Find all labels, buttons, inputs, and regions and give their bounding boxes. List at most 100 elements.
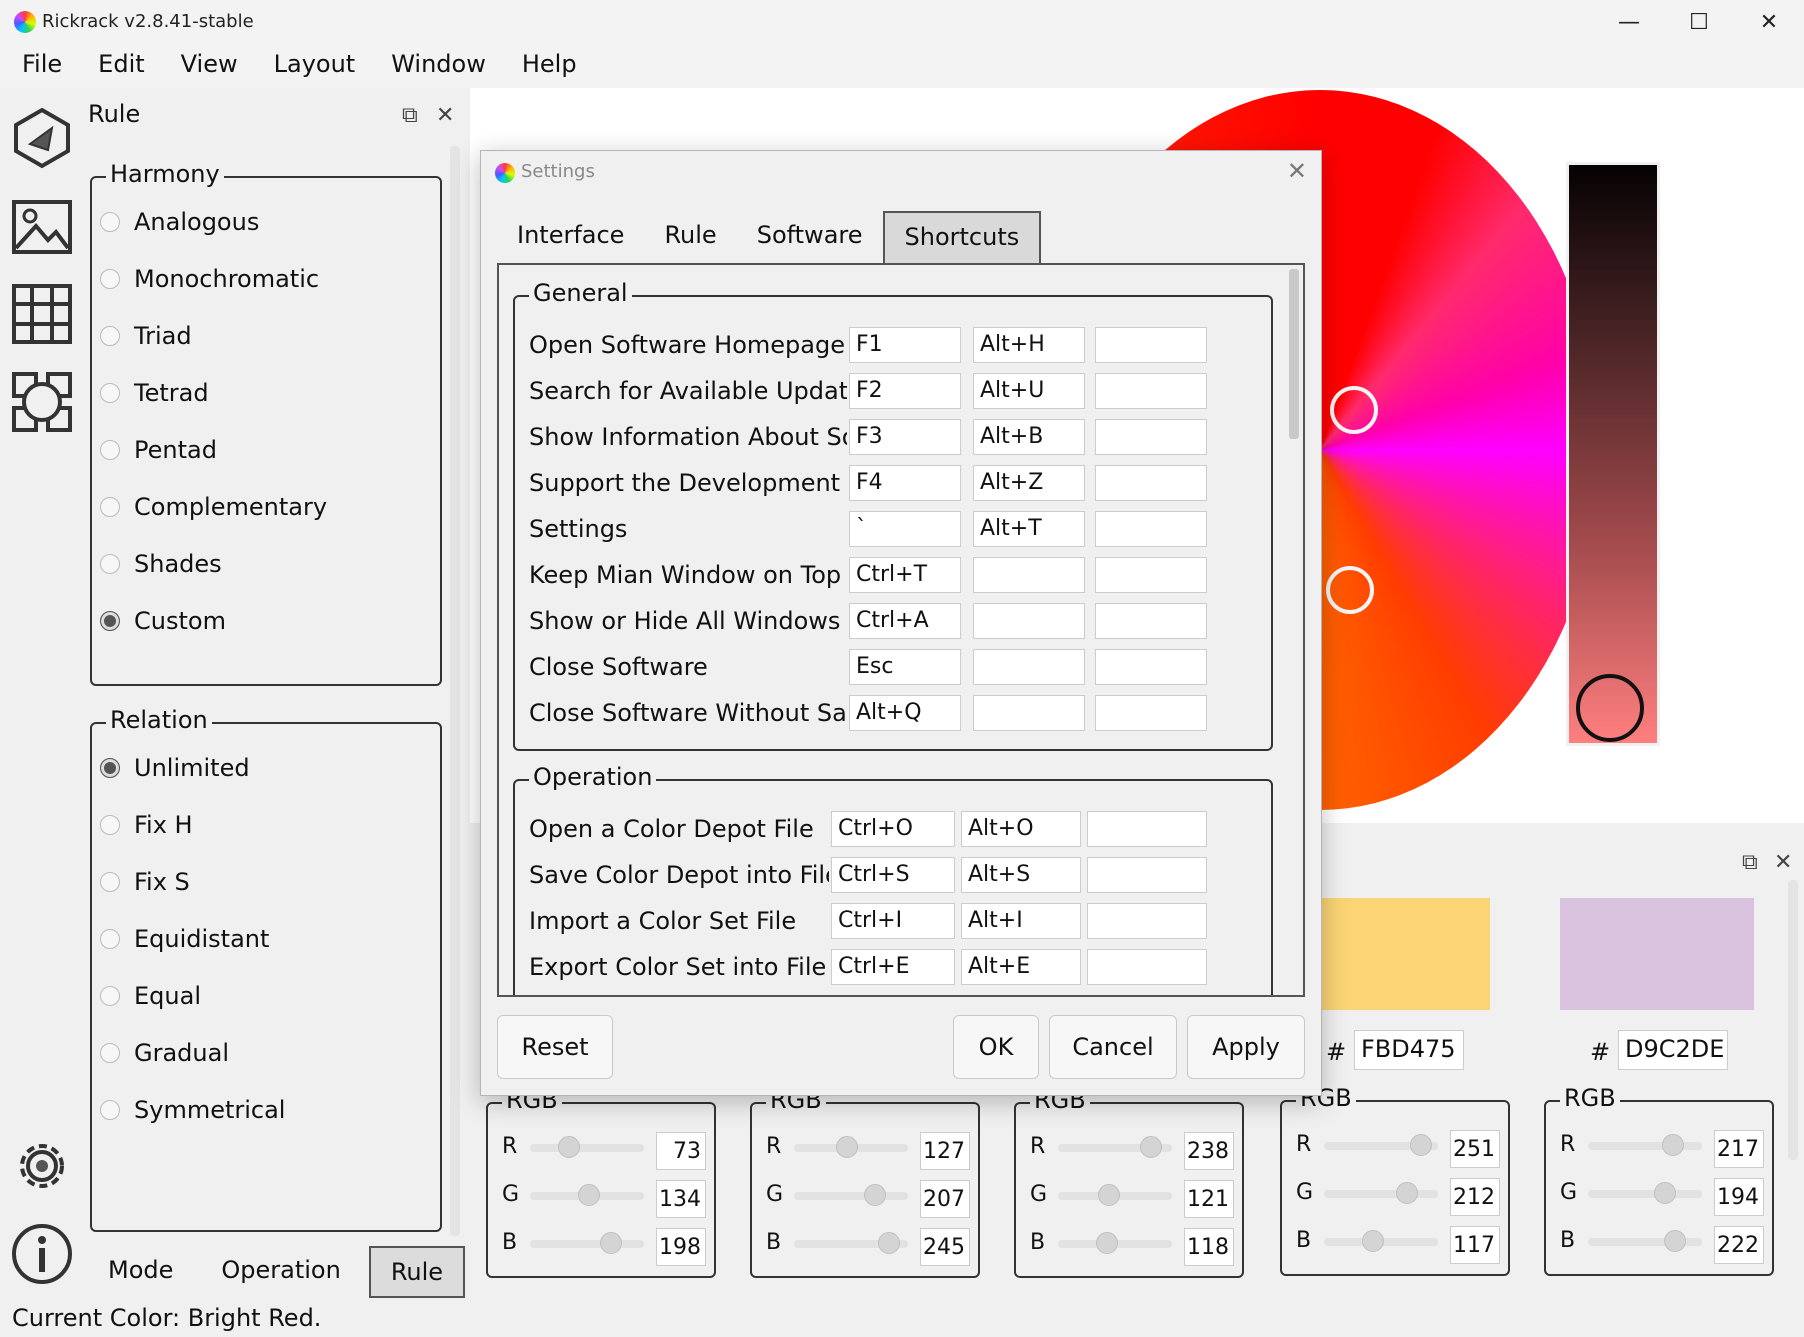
shortcut-key-2[interactable]: Alt+I (961, 903, 1081, 939)
radio-indicator[interactable] (100, 326, 120, 346)
shortcut-key-2[interactable]: Alt+U (973, 373, 1085, 409)
slider-thumb[interactable] (558, 1136, 580, 1158)
slider-b[interactable] (530, 1232, 644, 1254)
wheel-icon[interactable] (10, 106, 74, 170)
shortcut-key-2[interactable]: Alt+B (973, 419, 1085, 455)
radio-indicator-selected[interactable] (100, 758, 120, 778)
menu-edit[interactable]: Edit (80, 44, 162, 88)
shortcut-key-2[interactable] (973, 603, 1085, 639)
shortcut-key-2[interactable] (973, 695, 1085, 731)
harmony-option-pentad[interactable]: Pentad (100, 436, 217, 464)
relation-option-equidistant[interactable]: Equidistant (100, 925, 269, 953)
color-set-scrollbar[interactable] (1788, 880, 1798, 1160)
radio-indicator[interactable] (100, 269, 120, 289)
tab-rule[interactable]: Rule (644, 211, 736, 263)
cancel-button[interactable]: Cancel (1049, 1015, 1177, 1079)
r-value[interactable]: 127 (920, 1132, 970, 1170)
radio-indicator[interactable] (100, 212, 120, 232)
shortcut-key-1[interactable]: F1 (849, 327, 961, 363)
ok-button[interactable]: OK (953, 1015, 1039, 1079)
mix-icon[interactable] (10, 370, 74, 434)
radio-indicator[interactable] (100, 872, 120, 892)
harmony-option-shades[interactable]: Shades (100, 550, 222, 578)
settings-icon[interactable] (10, 1134, 74, 1198)
shortcut-key-1[interactable]: Alt+Q (849, 695, 961, 731)
relation-option-fix-h[interactable]: Fix H (100, 811, 193, 839)
value-gradient-bar[interactable] (1566, 162, 1660, 746)
tab-operation[interactable]: Operation (201, 1246, 360, 1298)
relation-option-fix-s[interactable]: Fix S (100, 868, 190, 896)
g-value[interactable]: 134 (656, 1180, 706, 1218)
b-value[interactable]: 245 (920, 1228, 970, 1266)
harmony-option-custom[interactable]: Custom (100, 607, 226, 635)
shortcut-key-1[interactable]: Ctrl+A (849, 603, 961, 639)
harmony-option-triad[interactable]: Triad (100, 322, 192, 350)
tab-interface[interactable]: Interface (497, 211, 644, 263)
hex-input[interactable]: D9C2DE (1618, 1030, 1728, 1070)
shortcut-key-1[interactable]: Esc (849, 649, 961, 685)
r-value[interactable]: 217 (1714, 1130, 1764, 1168)
slider-g[interactable] (1058, 1184, 1172, 1206)
radio-indicator[interactable] (100, 1100, 120, 1120)
radio-indicator[interactable] (100, 815, 120, 835)
b-value[interactable]: 117 (1450, 1226, 1500, 1264)
tab-shortcuts[interactable]: Shortcuts (882, 211, 1042, 263)
g-value[interactable]: 194 (1714, 1178, 1764, 1216)
harmony-option-complementary[interactable]: Complementary (100, 493, 327, 521)
shortcut-key-2[interactable] (973, 557, 1085, 593)
reset-button[interactable]: Reset (497, 1015, 613, 1079)
slider-b[interactable] (794, 1232, 908, 1254)
shortcut-key-1[interactable]: Ctrl+T (849, 557, 961, 593)
relation-option-unlimited[interactable]: Unlimited (100, 754, 250, 782)
tab-software[interactable]: Software (737, 211, 883, 263)
slider-thumb[interactable] (1362, 1230, 1384, 1252)
slider-thumb[interactable] (1140, 1136, 1162, 1158)
rule-panel-scrollbar[interactable] (450, 146, 460, 1236)
shortcut-key-3[interactable] (1087, 949, 1207, 985)
apply-button[interactable]: Apply (1187, 1015, 1305, 1079)
b-value[interactable]: 118 (1184, 1228, 1234, 1266)
slider-thumb[interactable] (1410, 1134, 1432, 1156)
menu-layout[interactable]: Layout (256, 44, 374, 88)
dialog-close-button[interactable]: ✕ (1287, 157, 1307, 185)
wheel-handle[interactable] (1330, 386, 1378, 434)
slider-r[interactable] (794, 1136, 908, 1158)
float-panel-icon[interactable]: ⧉ (1742, 850, 1758, 875)
shortcut-key-3[interactable] (1095, 373, 1207, 409)
harmony-option-tetrad[interactable]: Tetrad (100, 379, 209, 407)
radio-indicator[interactable] (100, 383, 120, 403)
shortcut-key-2[interactable]: Alt+S (961, 857, 1081, 893)
relation-option-symmetrical[interactable]: Symmetrical (100, 1096, 285, 1124)
shortcut-key-2[interactable]: Alt+E (961, 949, 1081, 985)
slider-thumb[interactable] (864, 1184, 886, 1206)
menu-file[interactable]: File (4, 44, 80, 88)
shortcut-key-1[interactable]: ` (849, 511, 961, 547)
shortcut-key-3[interactable] (1095, 649, 1207, 685)
wheel-handle[interactable] (1326, 566, 1374, 614)
shortcut-key-3[interactable] (1087, 811, 1207, 847)
shortcut-key-1[interactable]: Ctrl+O (831, 811, 955, 847)
radio-indicator[interactable] (100, 986, 120, 1006)
shortcut-key-3[interactable] (1095, 557, 1207, 593)
shortcut-key-1[interactable]: Ctrl+E (831, 949, 955, 985)
shortcut-key-3[interactable] (1095, 511, 1207, 547)
slider-g[interactable] (1324, 1182, 1438, 1204)
tab-rule[interactable]: Rule (368, 1246, 466, 1298)
radio-indicator[interactable] (100, 929, 120, 949)
slider-b[interactable] (1058, 1232, 1172, 1254)
shortcut-key-3[interactable] (1095, 465, 1207, 501)
grid-icon[interactable] (10, 282, 74, 346)
relation-option-gradual[interactable]: Gradual (100, 1039, 229, 1067)
shortcut-key-2[interactable]: Alt+Z (973, 465, 1085, 501)
close-window-button[interactable]: ✕ (1734, 0, 1804, 44)
slider-g[interactable] (794, 1184, 908, 1206)
slider-thumb[interactable] (1396, 1182, 1418, 1204)
g-value[interactable]: 121 (1184, 1180, 1234, 1218)
shortcut-key-3[interactable] (1095, 327, 1207, 363)
r-value[interactable]: 73 (656, 1132, 706, 1170)
tab-mode[interactable]: Mode (88, 1246, 193, 1298)
shortcut-key-3[interactable] (1095, 419, 1207, 455)
shortcut-key-2[interactable]: Alt+T (973, 511, 1085, 547)
radio-indicator[interactable] (100, 554, 120, 574)
hex-input[interactable]: FBD475 (1354, 1030, 1464, 1070)
